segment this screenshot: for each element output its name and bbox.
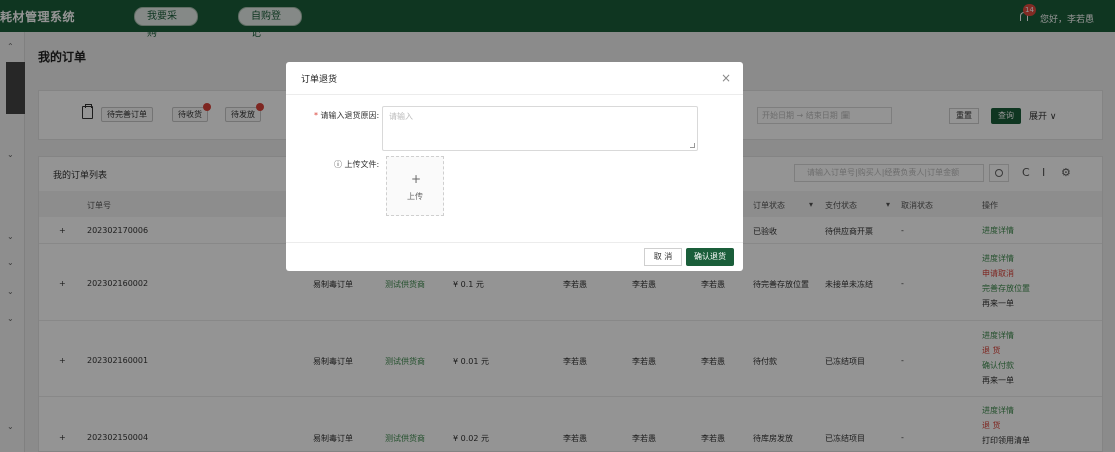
dialog-title: 订单退货 (301, 75, 338, 85)
reason-placeholder: 请输入 (389, 112, 413, 121)
return-order-dialog: 订单退货 × * 请输入退货原因: 请输入 ⓘ 上传文件: + 上传 取 消 确… (286, 62, 743, 271)
resize-handle-icon[interactable] (690, 143, 695, 148)
divider (286, 94, 743, 95)
confirm-return-button[interactable]: 确认退货 (686, 248, 734, 266)
divider (286, 242, 743, 243)
upload-label: ⓘ 上传文件: (334, 160, 380, 169)
close-icon[interactable]: × (721, 71, 731, 85)
required-mark: * (314, 111, 318, 120)
upload-text: 上传 (407, 192, 423, 201)
return-reason-textarea[interactable]: 请输入 (382, 106, 698, 151)
reason-label: * 请输入退货原因: (314, 110, 379, 121)
plus-icon: + (411, 172, 422, 186)
reason-label-text: 请输入退货原因: (320, 111, 380, 120)
upload-file-button[interactable]: + 上传 (386, 156, 444, 216)
cancel-button[interactable]: 取 消 (644, 248, 682, 266)
